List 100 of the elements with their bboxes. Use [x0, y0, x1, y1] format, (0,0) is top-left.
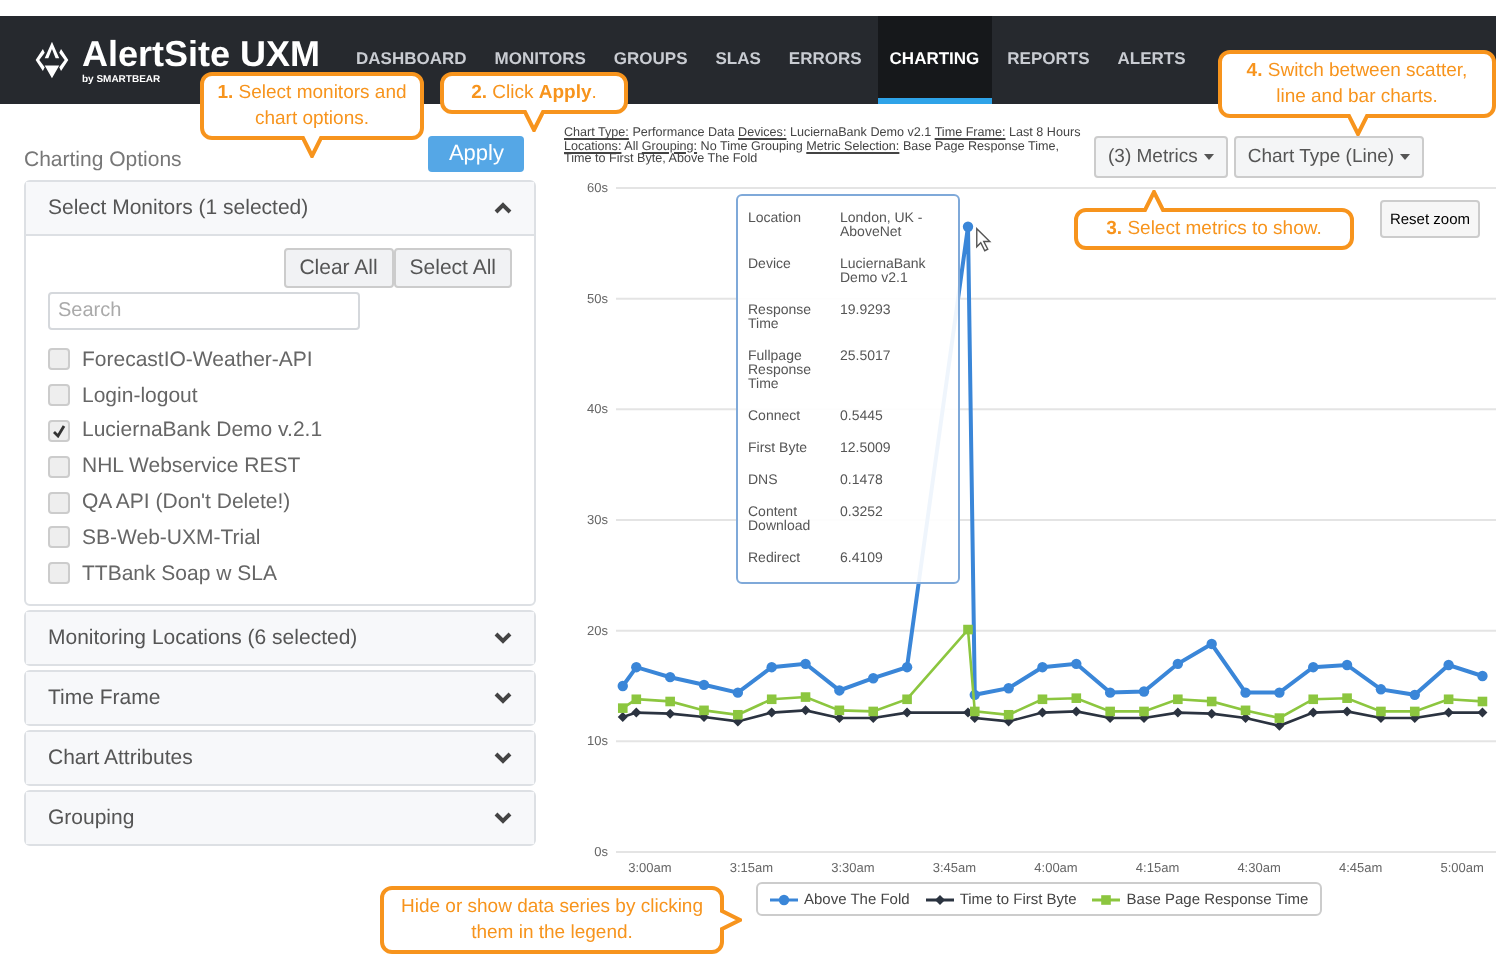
- point: [1443, 694, 1454, 705]
- point: [665, 696, 675, 707]
- monitor-label: QA API (Don't Delete!): [82, 490, 291, 515]
- point: [1375, 684, 1387, 695]
- accordion-header[interactable]: Select Monitors (1 selected): [26, 182, 534, 234]
- select-all-button[interactable]: Select All: [393, 248, 512, 288]
- point: [698, 679, 710, 691]
- point: [1342, 693, 1352, 703]
- point: [1240, 687, 1251, 698]
- point: [1173, 694, 1183, 705]
- cursor-icon: [976, 227, 992, 252]
- point: [699, 705, 709, 716]
- point: [969, 706, 980, 717]
- point: [902, 707, 913, 718]
- point: [800, 692, 811, 702]
- checkbox[interactable]: [48, 562, 70, 585]
- checkbox[interactable]: [48, 419, 70, 442]
- point: [800, 658, 811, 670]
- point: [1477, 707, 1488, 718]
- point: [868, 673, 879, 684]
- accordion-header[interactable]: Grouping: [26, 791, 534, 844]
- point: [1071, 658, 1082, 670]
- logo-icon: [32, 38, 72, 82]
- point: [1443, 707, 1454, 718]
- chevron-icon: [494, 631, 512, 644]
- callout-pointer: [524, 110, 544, 132]
- point: [766, 661, 777, 673]
- point: [1308, 707, 1319, 718]
- checkbox[interactable]: [48, 491, 70, 514]
- chevron-icon: [494, 691, 512, 704]
- checkbox[interactable]: [48, 455, 70, 478]
- point: [1172, 658, 1184, 670]
- point: [1172, 707, 1183, 718]
- chevron-icon: [494, 751, 512, 764]
- point: [1341, 659, 1353, 671]
- point: [1104, 687, 1116, 698]
- accordion-header[interactable]: Chart Attributes: [26, 731, 534, 784]
- point: [733, 709, 743, 720]
- clear-all-button[interactable]: Clear All: [283, 248, 394, 288]
- logo-text: AlertSite UXM: [81, 34, 320, 74]
- point: [902, 694, 912, 705]
- point: [1003, 683, 1014, 694]
- point: [1274, 687, 1285, 698]
- point: [631, 661, 642, 673]
- point: [617, 703, 628, 713]
- checkbox[interactable]: [48, 526, 70, 549]
- point: [766, 694, 777, 705]
- callout-pointer: [720, 910, 742, 930]
- point: [1409, 689, 1420, 701]
- point: [732, 687, 744, 698]
- callout-pointer: [1144, 190, 1164, 212]
- monitor-label: SB-Web-UXM-Trial: [82, 525, 261, 550]
- point: [766, 707, 777, 718]
- monitor-label: TTBank Soap w SLA: [82, 561, 277, 586]
- point: [1342, 706, 1353, 717]
- point: [631, 694, 642, 705]
- point: [800, 705, 811, 716]
- point: [1206, 708, 1217, 719]
- point: [1003, 709, 1014, 720]
- nav-tab[interactable]: ALERTS: [1105, 16, 1198, 104]
- point: [1206, 638, 1217, 650]
- search-field[interactable]: Search: [48, 292, 360, 330]
- point: [901, 661, 913, 673]
- accordion-header[interactable]: Time Frame: [26, 671, 534, 724]
- chart-type-dropdown[interactable]: Chart Type (Line): [1233, 136, 1425, 178]
- checkbox[interactable]: [48, 384, 70, 407]
- metrics-dropdown[interactable]: (3) Metrics: [1094, 136, 1228, 178]
- point: [1274, 713, 1285, 723]
- chevron-icon: [494, 202, 512, 214]
- point: [1105, 706, 1115, 717]
- callout-pointer: [302, 136, 322, 158]
- nav-tab[interactable]: CHARTING: [877, 16, 992, 104]
- point: [1071, 693, 1082, 703]
- nav-tab[interactable]: REPORTS: [995, 16, 1102, 104]
- point: [1477, 670, 1488, 682]
- point: [617, 680, 628, 692]
- point: [962, 221, 974, 232]
- point: [1138, 686, 1150, 697]
- monitor-label: NHL Webservice REST: [82, 454, 301, 479]
- nav-tab[interactable]: SLAS: [703, 16, 773, 104]
- point: [1409, 706, 1420, 717]
- monitor-label: Login-logout: [82, 383, 198, 408]
- point: [1071, 706, 1082, 717]
- caret-icon: [1400, 154, 1411, 160]
- accordion-header[interactable]: Monitoring Locations (6 selected): [26, 611, 534, 664]
- point: [664, 671, 676, 683]
- checkbox[interactable]: [48, 348, 70, 371]
- point: [1139, 706, 1149, 717]
- chevron-icon: [494, 811, 512, 824]
- point: [963, 624, 973, 635]
- point: [617, 711, 628, 722]
- point: [1308, 661, 1319, 673]
- point: [1037, 707, 1048, 718]
- panel-title: Charting Options: [24, 148, 182, 172]
- point: [1308, 694, 1319, 705]
- point: [1037, 694, 1048, 705]
- nav-tab[interactable]: ERRORS: [776, 16, 874, 104]
- monitor-label: ForecastIO-Weather-API: [82, 347, 313, 372]
- caret-icon: [1203, 154, 1214, 160]
- monitor-label: LuciernaBank Demo v.2.1: [82, 418, 323, 443]
